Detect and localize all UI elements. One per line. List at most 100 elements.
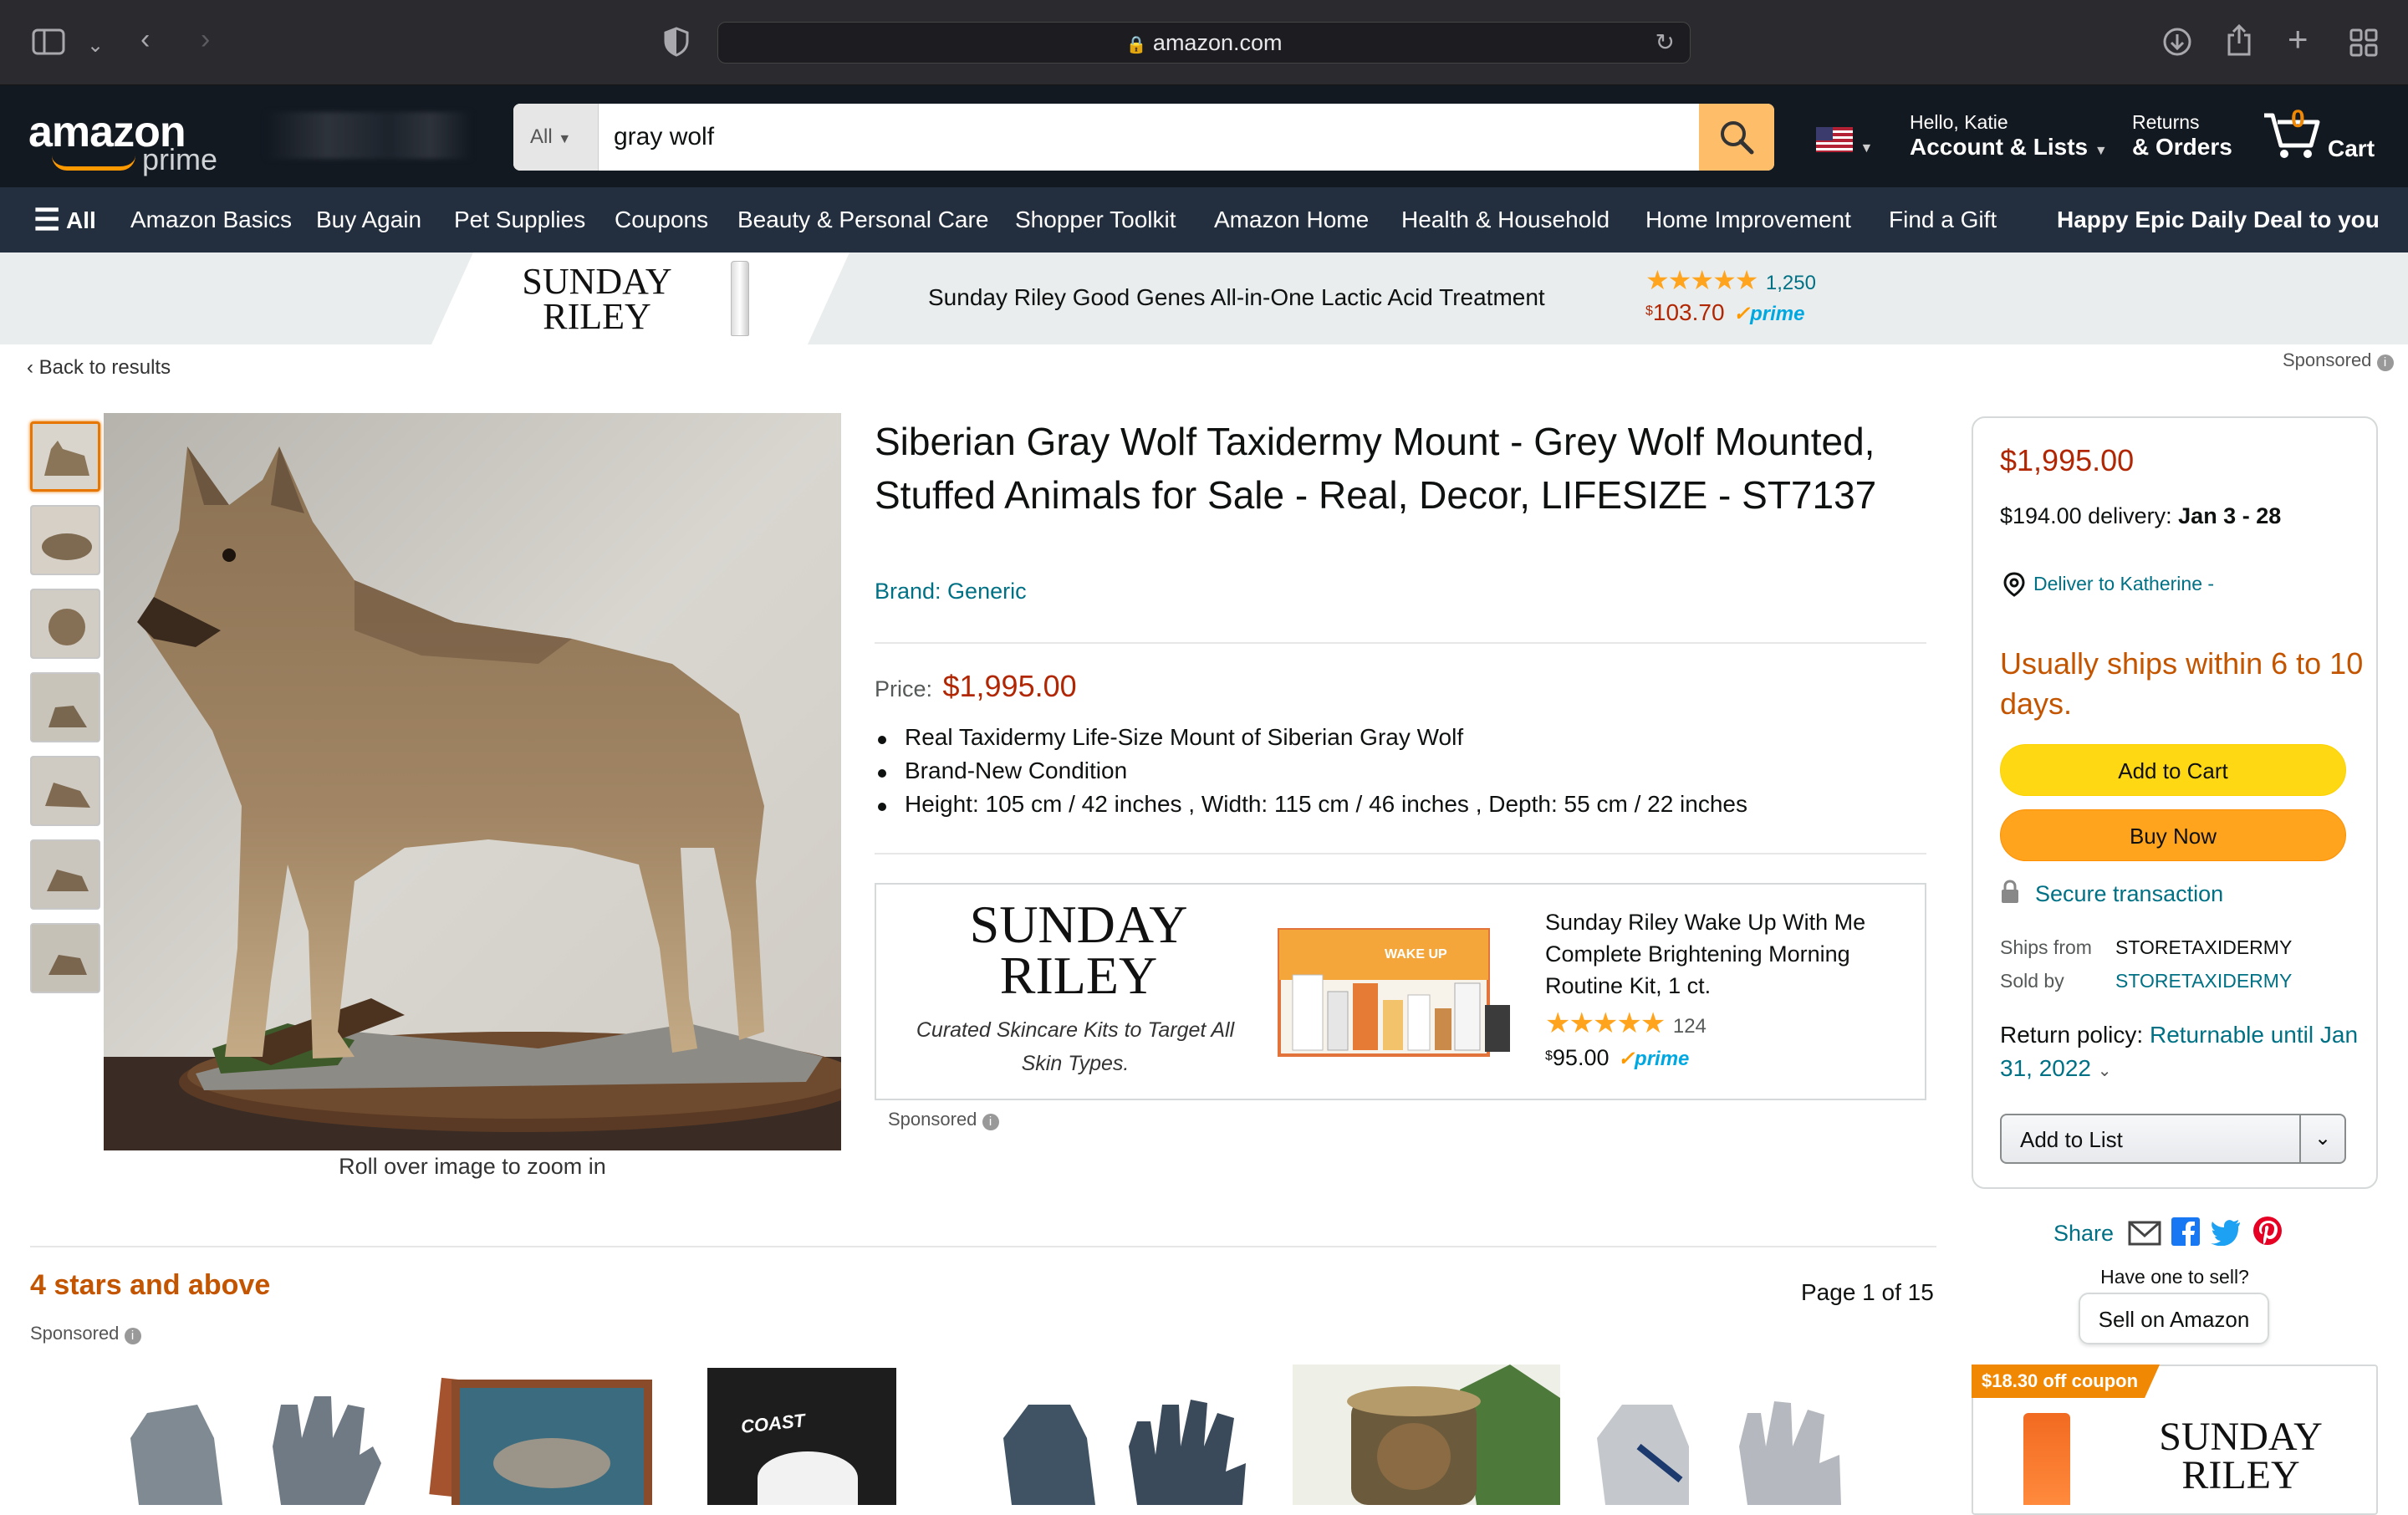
coupon-brand-logo: SUNDAY RILEY — [2140, 1417, 2341, 1495]
cart-link[interactable]: 0 Cart — [2261, 104, 2375, 166]
banner-product-title[interactable]: Sunday Riley Good Genes All-in-One Lacti… — [928, 284, 1545, 311]
back-to-results-link[interactable]: ‹ Back to results — [27, 356, 171, 380]
downloads-icon[interactable] — [2162, 27, 2192, 62]
deliver-to-link[interactable]: Deliver to Katherine - — [2003, 572, 2214, 597]
facebook-icon[interactable] — [2171, 1217, 2200, 1246]
product-price: $1,995.00 — [942, 669, 1077, 703]
info-icon[interactable]: i — [982, 1114, 999, 1130]
price-symbol: $ — [1545, 1048, 1553, 1064]
language-flag-icon[interactable]: ▼ — [1816, 127, 1873, 156]
thumbnail[interactable] — [30, 421, 100, 492]
banner-rating[interactable]: ★★★★★ 1,250 — [1645, 264, 1816, 296]
chevron-down-icon[interactable]: ⌄ — [2299, 1115, 2344, 1162]
hamburger-icon: ☰ — [33, 202, 61, 237]
chevron-down-icon[interactable]: ⌄ — [87, 32, 104, 60]
reload-icon[interactable]: ↻ — [1656, 23, 1675, 63]
nav-item-pet-supplies[interactable]: Pet Supplies — [454, 187, 585, 252]
info-icon[interactable]: i — [124, 1328, 141, 1344]
amazon-prime-logo[interactable]: amazon prime — [28, 107, 217, 176]
pinterest-icon[interactable] — [2252, 1216, 2283, 1246]
main-product-image[interactable] — [104, 413, 865, 1150]
secure-transaction[interactable]: Secure transaction — [2000, 880, 2223, 907]
delivery-dates: Jan 3 - 28 — [2178, 503, 2282, 528]
sell-on-amazon-button[interactable]: Sell on Amazon — [2079, 1293, 2269, 1344]
ad-sponsored: Sponsored i — [888, 1109, 999, 1130]
thumbnail[interactable] — [30, 839, 100, 910]
thumbnail[interactable] — [30, 505, 100, 575]
back-icon[interactable]: ‹ — [140, 25, 150, 54]
logo-smile — [52, 156, 135, 171]
account-menu[interactable]: Hello, Katie Account & Lists ▼ — [1910, 110, 2108, 165]
related-product-image[interactable] — [995, 1388, 1271, 1505]
search-category-select[interactable]: All ▼ — [513, 104, 599, 171]
nav-promo[interactable]: Happy Epic Daily Deal to you — [2057, 187, 2380, 252]
banner-price: $103.70 ✓prime — [1645, 299, 1804, 326]
tab-overview-icon[interactable] — [2349, 28, 2378, 62]
nav-item-buy-again[interactable]: Buy Again — [316, 187, 421, 252]
chevron-down-icon[interactable]: ⌄ — [2098, 1062, 2112, 1080]
nav-item-amazon-basics[interactable]: Amazon Basics — [130, 187, 292, 252]
brand-link[interactable]: Brand: Generic — [875, 579, 1027, 604]
privacy-shield-icon[interactable] — [664, 27, 689, 62]
sponsored-label: Sponsored — [2283, 349, 2372, 370]
return-policy: Return policy: Returnable until Jan 31, … — [2000, 1018, 2368, 1088]
thumbnail[interactable] — [30, 923, 100, 993]
all-menu-button[interactable]: ☰ All — [33, 187, 96, 252]
email-icon[interactable] — [2128, 1221, 2161, 1246]
ad-rating[interactable]: ★★★★★ 124 — [1545, 1007, 1707, 1040]
banner-price-value: 103.70 — [1652, 299, 1725, 325]
sponsored-label: Sponsored — [888, 1109, 977, 1130]
account-lists-label: Account & Lists — [1910, 134, 2089, 160]
divider — [875, 642, 1926, 644]
add-to-list-label: Add to List — [2020, 1127, 2123, 1152]
sold-by-link[interactable]: STORETAXIDERMY — [2115, 970, 2292, 992]
sidebar-icon[interactable] — [32, 28, 67, 61]
related-sponsored: Sponsored i — [30, 1323, 141, 1344]
coupon-product-image[interactable] — [2023, 1413, 2070, 1505]
ad-brand-logo[interactable]: SUNDAY RILEY — [928, 895, 1229, 1002]
related-product-image[interactable] — [1293, 1365, 1560, 1505]
delivery-location-blurred[interactable] — [266, 112, 472, 159]
price-row: Price: $1,995.00 — [875, 669, 1077, 704]
orders-label: & Orders — [2132, 134, 2232, 160]
share-icon[interactable] — [2226, 23, 2252, 62]
ad-product-image[interactable]: WAKE UP — [1276, 925, 1515, 1060]
address-bar[interactable]: 🔒 amazon.com ↻ — [717, 22, 1691, 64]
thumbnail[interactable] — [30, 672, 100, 742]
banner-product-image[interactable] — [731, 261, 749, 336]
share-label: Share — [2053, 1221, 2115, 1246]
twitter-icon[interactable] — [2210, 1219, 2242, 1247]
info-icon[interactable]: i — [2376, 355, 2394, 371]
ad-product-title[interactable]: Sunday Riley Wake Up With Me Complete Br… — [1545, 906, 1896, 1002]
add-to-cart-button[interactable]: Add to Cart — [2000, 744, 2346, 796]
browser-toolbar: ⌄ ‹ › 🔒 amazon.com ↻ + — [0, 0, 2408, 85]
nav-item-coupons[interactable]: Coupons — [615, 187, 708, 252]
buy-now-button[interactable]: Buy Now — [2000, 809, 2346, 861]
search-button[interactable] — [1699, 104, 1774, 171]
related-product-image[interactable]: COAST — [707, 1368, 896, 1505]
caret-down-icon: ▼ — [1860, 141, 1874, 156]
thumbnail[interactable] — [30, 756, 100, 826]
returns-orders[interactable]: Returns & Orders — [2132, 110, 2232, 161]
have-one-to-sell: Have one to sell? — [2100, 1266, 2249, 1288]
related-product-image[interactable] — [122, 1388, 398, 1505]
brand-line-1: SUNDAY — [969, 895, 1188, 954]
nav-item-shopper-toolkit[interactable]: Shopper Toolkit — [1015, 187, 1176, 252]
search-input[interactable] — [599, 104, 1694, 171]
cart-count: 0 — [2291, 105, 2305, 133]
nav-item-find-a-gift[interactable]: Find a Gift — [1889, 187, 1997, 252]
divider — [875, 853, 1926, 854]
nav-item-health-household[interactable]: Health & Household — [1401, 187, 1610, 252]
nav-item-beauty[interactable]: Beauty & Personal Care — [737, 187, 988, 252]
nav-item-amazon-home[interactable]: Amazon Home — [1214, 187, 1369, 252]
forward-icon[interactable]: › — [201, 25, 210, 54]
add-to-list-button[interactable]: Add to List ⌄ — [2000, 1114, 2346, 1164]
ad-price: $95.00 ✓prime — [1545, 1045, 1689, 1071]
related-product-image[interactable] — [1589, 1396, 1865, 1505]
new-tab-icon[interactable]: + — [2288, 22, 2309, 57]
caret-down-icon: ▼ — [558, 132, 572, 146]
thumbnail[interactable] — [30, 589, 100, 659]
search-category-label: All — [530, 125, 553, 148]
related-product-image[interactable] — [418, 1371, 677, 1515]
nav-item-home-improvement[interactable]: Home Improvement — [1645, 187, 1851, 252]
